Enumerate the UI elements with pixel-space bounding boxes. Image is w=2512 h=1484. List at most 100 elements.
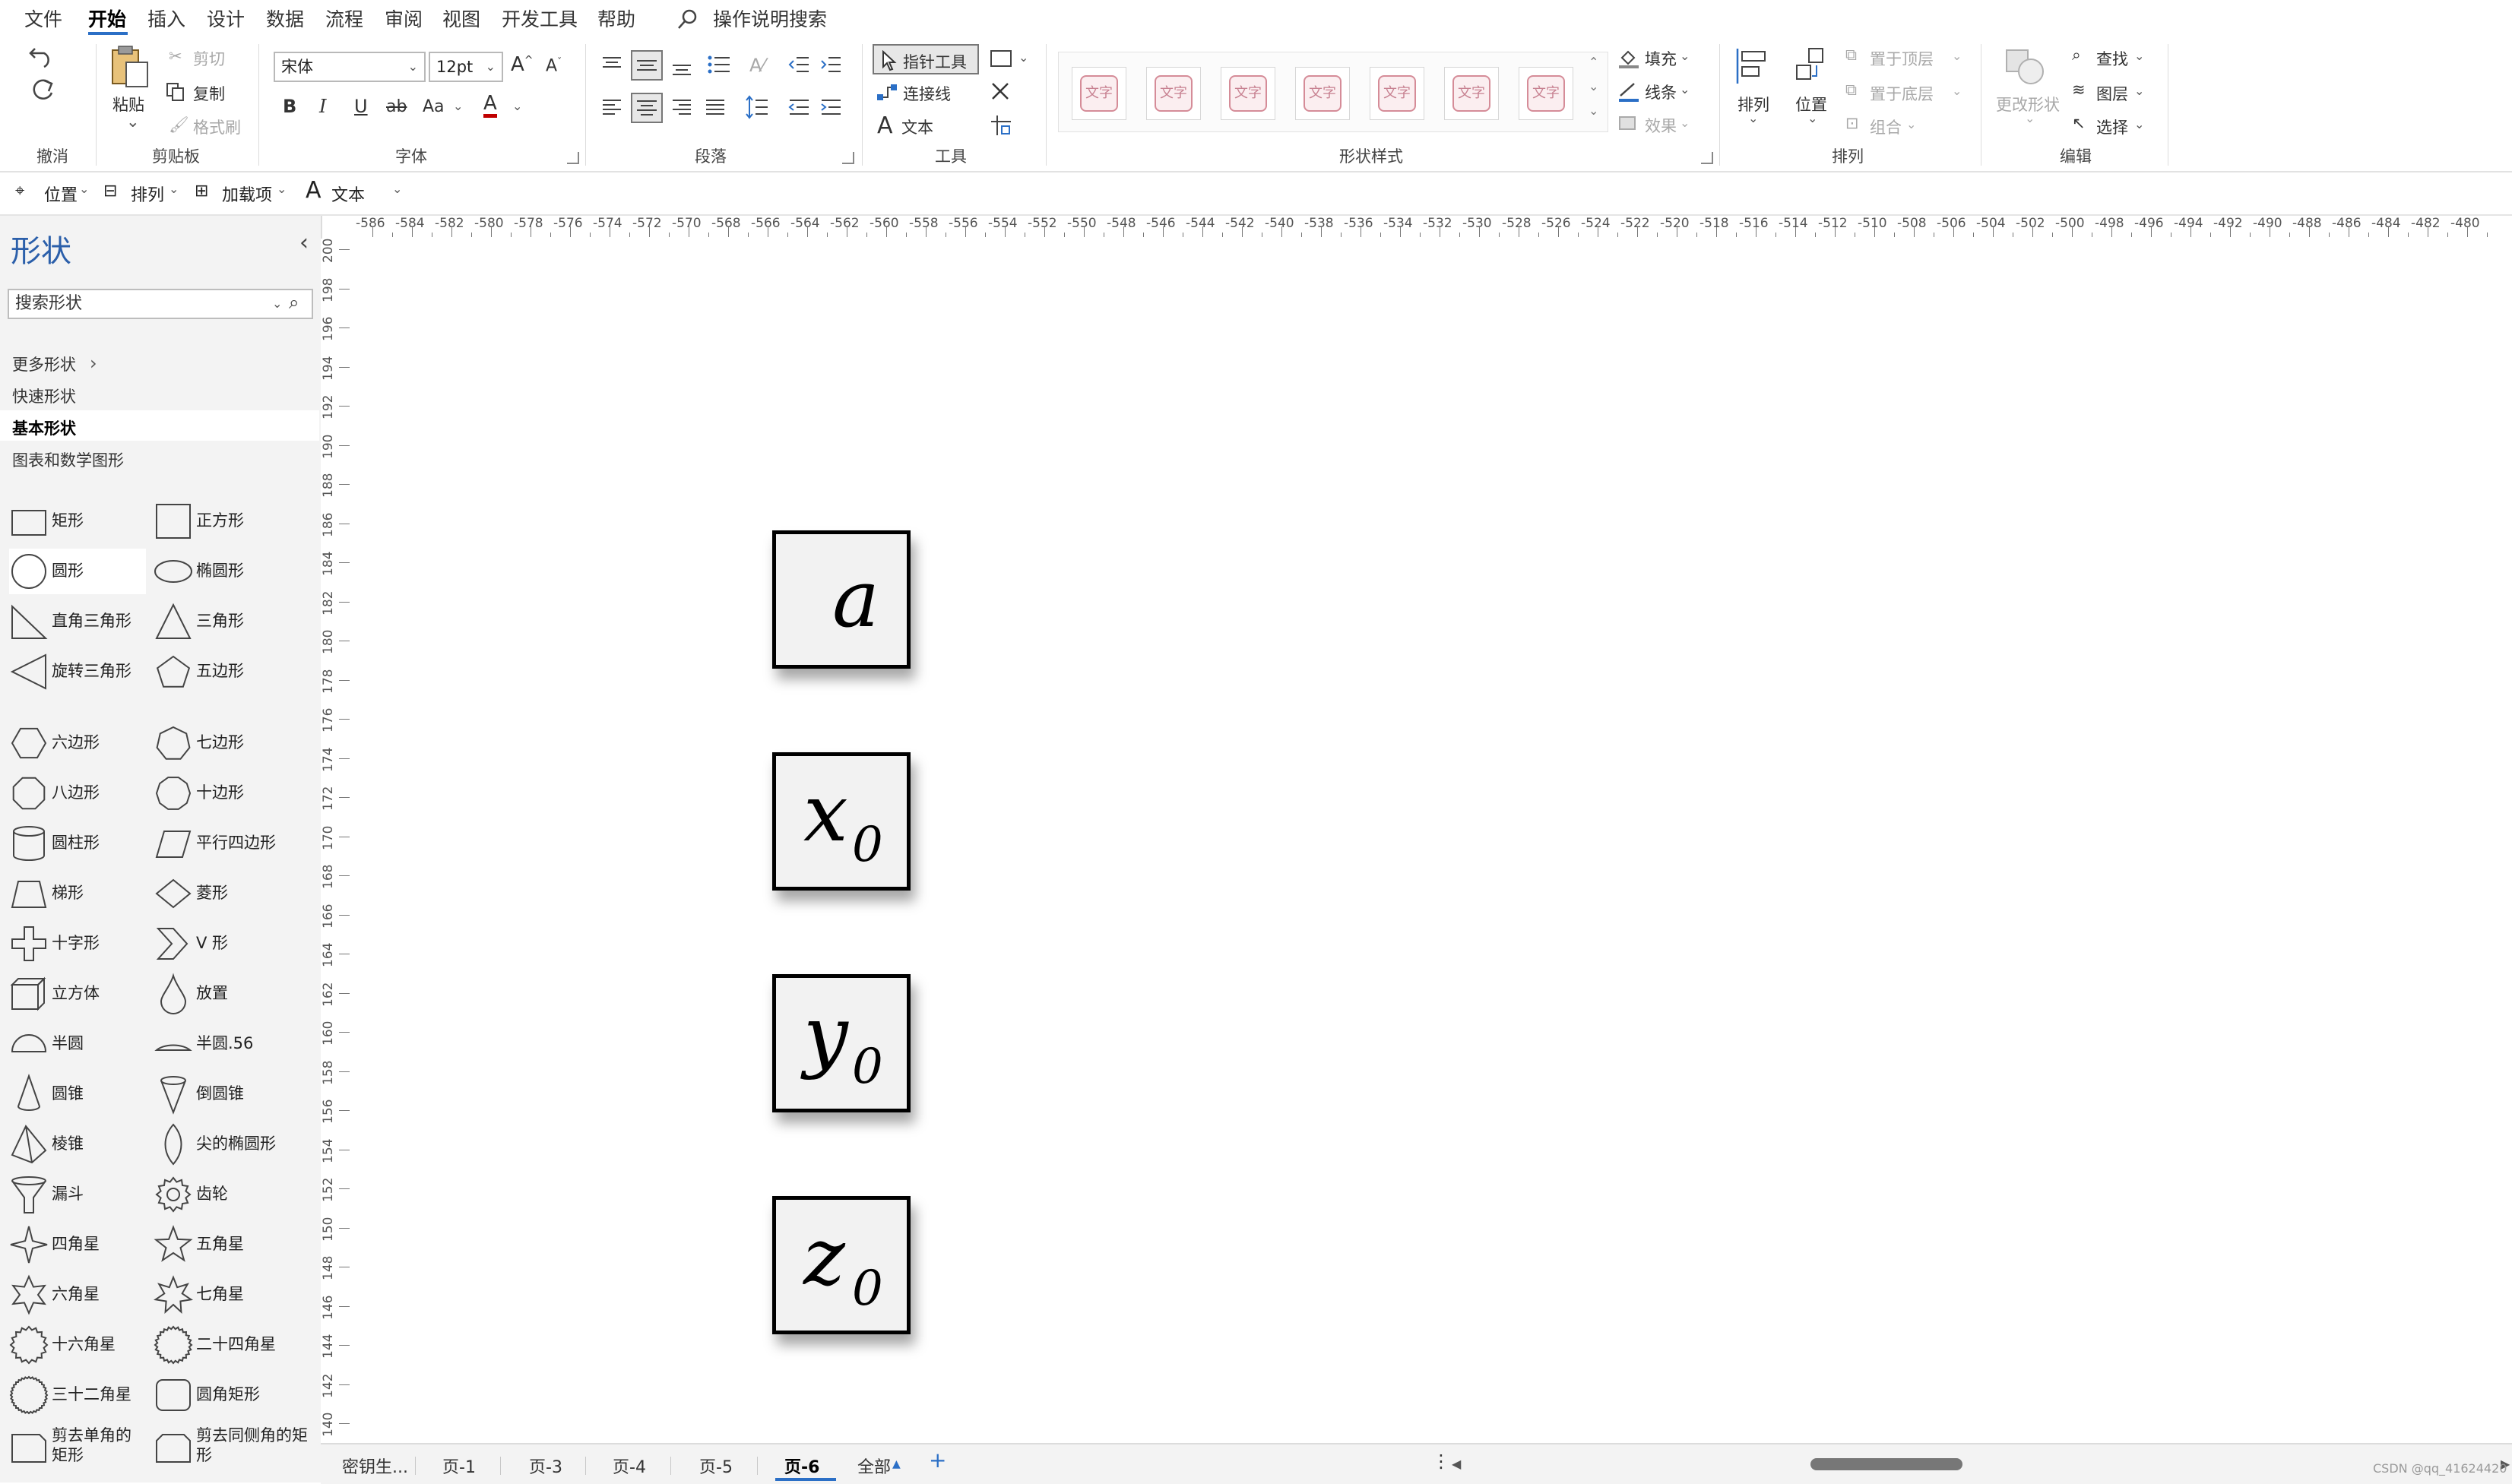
grow-font-icon[interactable]: A^: [511, 53, 534, 76]
chevron-down-icon[interactable]: ⌄: [169, 182, 179, 196]
position-icon[interactable]: [1794, 46, 1832, 87]
redo-icon[interactable]: [27, 76, 58, 106]
shape-style-swatch[interactable]: 文字: [1072, 67, 1126, 120]
stencil-shape-item[interactable]: 三十二角星: [9, 1372, 146, 1418]
menu-view[interactable]: 视图: [442, 5, 480, 32]
stencil-shape-item[interactable]: 圆角矩形: [154, 1372, 313, 1418]
bold-button[interactable]: B: [283, 96, 296, 117]
all-pages-button[interactable]: 全部: [857, 1454, 891, 1478]
shape-style-swatch[interactable]: 文字: [1370, 67, 1424, 120]
align-right-icon[interactable]: [670, 96, 693, 119]
stencil-shape-item[interactable]: 二十四角星: [154, 1322, 313, 1368]
cut-icon[interactable]: ✂: [169, 47, 182, 65]
stencil-shape-item[interactable]: 十六角星: [9, 1322, 146, 1368]
variable-box[interactable]: a: [772, 530, 911, 669]
qat-arrange[interactable]: 排列: [131, 182, 164, 206]
align-middle-icon[interactable]: [631, 50, 663, 81]
tell-me-search[interactable]: 操作说明搜索: [713, 5, 827, 32]
align-bottom-icon[interactable]: [670, 56, 693, 79]
chevron-down-icon[interactable]: ⌄: [1680, 115, 1690, 130]
stencil-shape-item[interactable]: 圆锥: [9, 1071, 146, 1117]
menu-design[interactable]: 设计: [207, 5, 245, 32]
send-back-button[interactable]: 置于底层: [1870, 82, 1934, 105]
find-icon[interactable]: ⌕: [2072, 46, 2081, 65]
chevron-down-icon[interactable]: ⌄: [1952, 84, 1962, 98]
scroll-left-icon[interactable]: ◀: [1452, 1457, 1461, 1471]
stencil-shape-item[interactable]: 平行四边形: [154, 821, 313, 866]
stencil-shape-item[interactable]: 直角三角形: [9, 599, 146, 644]
chevron-down-icon[interactable]: ⌄: [1952, 49, 1962, 63]
stencil-shape-item[interactable]: 矩形: [9, 498, 146, 544]
justify-icon[interactable]: [704, 96, 727, 119]
indent-icon[interactable]: [819, 96, 842, 119]
effects-icon[interactable]: [1617, 114, 1640, 134]
chevron-down-icon[interactable]: ⌄: [1748, 111, 1758, 125]
align-left-icon[interactable]: [600, 96, 623, 119]
variable-box[interactable]: z0: [772, 1196, 911, 1334]
paragraph-dialog-launcher-icon[interactable]: [842, 152, 854, 164]
menu-help[interactable]: 帮助: [597, 5, 635, 32]
stencil-shape-item[interactable]: 半圆: [9, 1021, 146, 1067]
shape-style-dialog-launcher-icon[interactable]: [1701, 152, 1713, 164]
send-back-icon[interactable]: ⧉: [1845, 81, 1857, 100]
arrange-icon[interactable]: [1734, 46, 1772, 87]
page-tab[interactable]: 页-1: [442, 1454, 476, 1478]
chevron-down-icon[interactable]: ⌄: [1807, 111, 1817, 125]
font-size-select[interactable]: 12pt ⌄: [429, 52, 503, 82]
select-pointer-icon[interactable]: ↖: [2072, 114, 2086, 132]
layers-button[interactable]: 图层: [2096, 82, 2128, 105]
chevron-down-icon[interactable]: ⌄: [512, 99, 522, 113]
shape-search-input[interactable]: 搜索形状 ⌄ ⌕: [8, 289, 313, 319]
paste-icon[interactable]: [108, 44, 150, 88]
chevron-down-icon[interactable]: ⌄: [1680, 49, 1690, 63]
chevron-down-icon[interactable]: ⌄: [2134, 117, 2144, 131]
variable-box[interactable]: y0: [772, 974, 911, 1112]
shape-style-swatch[interactable]: 文字: [1221, 67, 1275, 120]
line-button[interactable]: 线条: [1645, 81, 1677, 103]
connection-point-icon[interactable]: [990, 114, 1012, 137]
change-case-button[interactable]: Aa: [423, 97, 445, 116]
font-dialog-launcher-icon[interactable]: [567, 152, 579, 164]
more-shapes-link[interactable]: 更多形状: [12, 353, 76, 375]
search-icon[interactable]: [676, 8, 699, 30]
font-color-button[interactable]: A: [483, 93, 497, 118]
underline-button[interactable]: U: [354, 96, 368, 117]
more-options-icon[interactable]: ⋮: [1432, 1451, 1450, 1472]
chevron-down-icon[interactable]: ⌄: [1018, 50, 1028, 65]
chevron-down-icon[interactable]: ⌄: [1906, 117, 1916, 131]
page-tab[interactable]: 页-5: [699, 1454, 733, 1478]
decrease-indent-icon[interactable]: [787, 53, 810, 76]
page-tab[interactable]: 密钥生...: [342, 1454, 408, 1478]
stencil-shape-item[interactable]: 五角星: [154, 1222, 313, 1267]
select-button[interactable]: 选择: [2096, 115, 2128, 138]
shape-style-swatch[interactable]: 文字: [1146, 67, 1201, 120]
strikethrough-button[interactable]: ab: [386, 97, 407, 116]
horizontal-scrollbar-thumb[interactable]: [1810, 1458, 1962, 1470]
chevron-left-icon[interactable]: ‹: [299, 229, 309, 256]
stencil-shape-item[interactable]: 正方形: [154, 498, 313, 544]
bullets-icon[interactable]: [707, 53, 731, 76]
stencil-shape-item[interactable]: 圆形: [9, 549, 146, 594]
shape-style-swatch[interactable]: 文字: [1295, 67, 1350, 120]
stencil-shape-item[interactable]: 旋转三角形: [9, 649, 146, 695]
chevron-down-icon[interactable]: ⌄: [453, 99, 463, 113]
font-name-select[interactable]: 宋体 ⌄: [274, 52, 426, 82]
change-shape-icon[interactable]: [2004, 46, 2046, 88]
arrange-small-icon[interactable]: ⊟: [103, 182, 117, 201]
qat-text[interactable]: 文本: [331, 182, 365, 206]
copy-icon[interactable]: [166, 82, 185, 102]
stencil-shape-item[interactable]: 八边形: [9, 770, 146, 816]
charts-math-shapes-link[interactable]: 图表和数学图形: [12, 448, 124, 471]
italic-button[interactable]: I: [319, 96, 326, 117]
stencil-shape-item[interactable]: 放置: [154, 971, 313, 1017]
gallery-scroll-down-icon[interactable]: ⌄: [1589, 79, 1598, 93]
effects-button[interactable]: 效果: [1645, 114, 1677, 137]
connector-icon[interactable]: [876, 82, 898, 103]
bring-front-button[interactable]: 置于顶层: [1870, 47, 1934, 70]
increase-indent-icon[interactable]: [819, 53, 842, 76]
fill-icon[interactable]: [1617, 47, 1640, 70]
gallery-more-icon[interactable]: ⌄: [1589, 103, 1598, 118]
outdent-icon[interactable]: [787, 96, 810, 119]
stencil-shape-item[interactable]: 棱锥: [9, 1122, 146, 1167]
stencil-shape-item[interactable]: 五边形: [154, 649, 313, 695]
